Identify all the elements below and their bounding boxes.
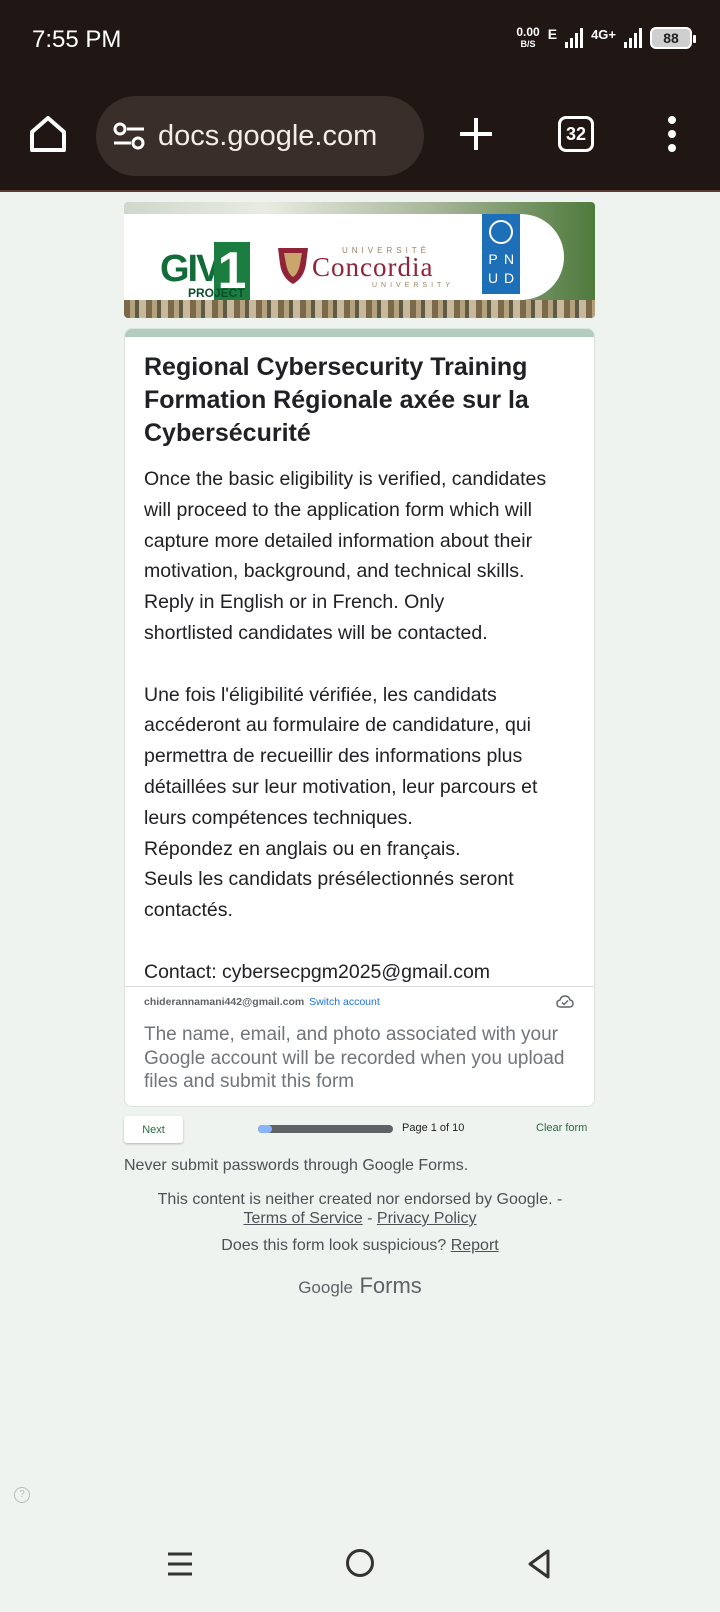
cloud-done-icon (556, 994, 574, 1010)
terms-of-service-link[interactable]: Terms of Service (244, 1210, 363, 1227)
undp-logo: P N U D (482, 214, 520, 294)
tab-switcher-icon[interactable]: 32 (558, 116, 594, 152)
progress-fill (258, 1125, 272, 1133)
home-icon[interactable] (26, 112, 70, 156)
browser-toolbar: docs.google.com 32 (0, 80, 720, 192)
network-speed-unit: B/S (520, 39, 536, 49)
card-accent-bar (125, 329, 594, 337)
status-time: 7:55 PM (32, 26, 122, 53)
signal-icon-2 (624, 28, 642, 48)
google-disclaimer: This content is neither created nor endo… (120, 1190, 600, 1228)
form-header-banner: GIVE 1 PROJECT UNIVERSITÉ Concordia UNIV… (124, 202, 595, 318)
plus-icon[interactable] (456, 114, 496, 154)
tune-icon[interactable] (112, 121, 146, 151)
help-icon[interactable]: ? (14, 1487, 30, 1503)
give-logo-project: PROJECT (188, 286, 245, 300)
google-forms-logo[interactable]: Google Forms (120, 1273, 600, 1299)
form-title: Regional Cybersecurity Training Formatio… (144, 353, 529, 447)
undp-letter: D (503, 270, 515, 286)
switch-account-link[interactable]: Switch account (309, 996, 380, 1008)
privacy-notice: The name, email, and photo associated wi… (144, 1024, 565, 1092)
google-wordmark: Google (298, 1278, 354, 1297)
un-globe-icon (489, 220, 513, 244)
more-vert-icon[interactable] (660, 114, 684, 154)
account-row: chiderannamani442@gmail.com Switch accou… (144, 994, 574, 1016)
forms-wordmark: Forms (359, 1273, 422, 1298)
form-header-card: Regional Cybersecurity Training Formatio… (124, 328, 595, 1107)
suspicious-text: Does this form look suspicious? (221, 1237, 447, 1254)
account-email: chiderannamani442@gmail.com (144, 996, 305, 1008)
concordia-name: Concordia (312, 252, 434, 282)
progress-bar (258, 1125, 393, 1133)
undp-letters: P N U D (485, 250, 517, 288)
battery-icon: 88 (650, 27, 696, 49)
concordia-university: UNIVERSITY (372, 282, 455, 289)
disclaimer-text: This content is neither created nor endo… (157, 1191, 563, 1208)
banner-photo-strip (124, 300, 595, 318)
card-divider (125, 986, 594, 987)
undp-letter: N (503, 251, 515, 267)
status-icons: 0.00 B/S E 4G+ 88 (516, 26, 696, 50)
signal-icon (565, 28, 584, 48)
system-nav-bar (0, 1530, 720, 1612)
clear-form-button[interactable]: Clear form (536, 1122, 587, 1134)
link-separator: - (367, 1210, 373, 1227)
report-link[interactable]: Report (451, 1237, 499, 1254)
url-text: docs.google.com (158, 119, 378, 152)
network-type-e: E (547, 26, 558, 42)
network-type-4g: 4G+ (591, 26, 616, 42)
battery-level: 88 (663, 30, 679, 46)
tab-count: 32 (565, 123, 587, 144)
circle-home-icon[interactable] (346, 1549, 374, 1577)
page-indicator: Page 1 of 10 (402, 1122, 465, 1134)
network-speed: 0.00 B/S (516, 26, 539, 50)
privacy-policy-link[interactable]: Privacy Policy (377, 1210, 477, 1227)
network-speed-value: 0.00 (516, 25, 540, 39)
suspicious-row: Does this form look suspicious? Report (120, 1237, 600, 1255)
form-description: Once the basic eligibility is verified, … (144, 468, 547, 983)
recent-apps-icon[interactable] (166, 1550, 194, 1578)
next-button[interactable]: Next (124, 1116, 183, 1143)
concordia-shield-icon (276, 244, 310, 286)
back-triangle-icon[interactable] (526, 1548, 552, 1580)
undp-letter: P (488, 251, 498, 267)
address-bar[interactable]: docs.google.com (96, 96, 424, 176)
undp-letter: U (487, 270, 499, 286)
password-warning: Never submit passwords through Google Fo… (124, 1157, 469, 1174)
status-bar: 7:55 PM 0.00 B/S E 4G+ 88 (0, 0, 720, 80)
